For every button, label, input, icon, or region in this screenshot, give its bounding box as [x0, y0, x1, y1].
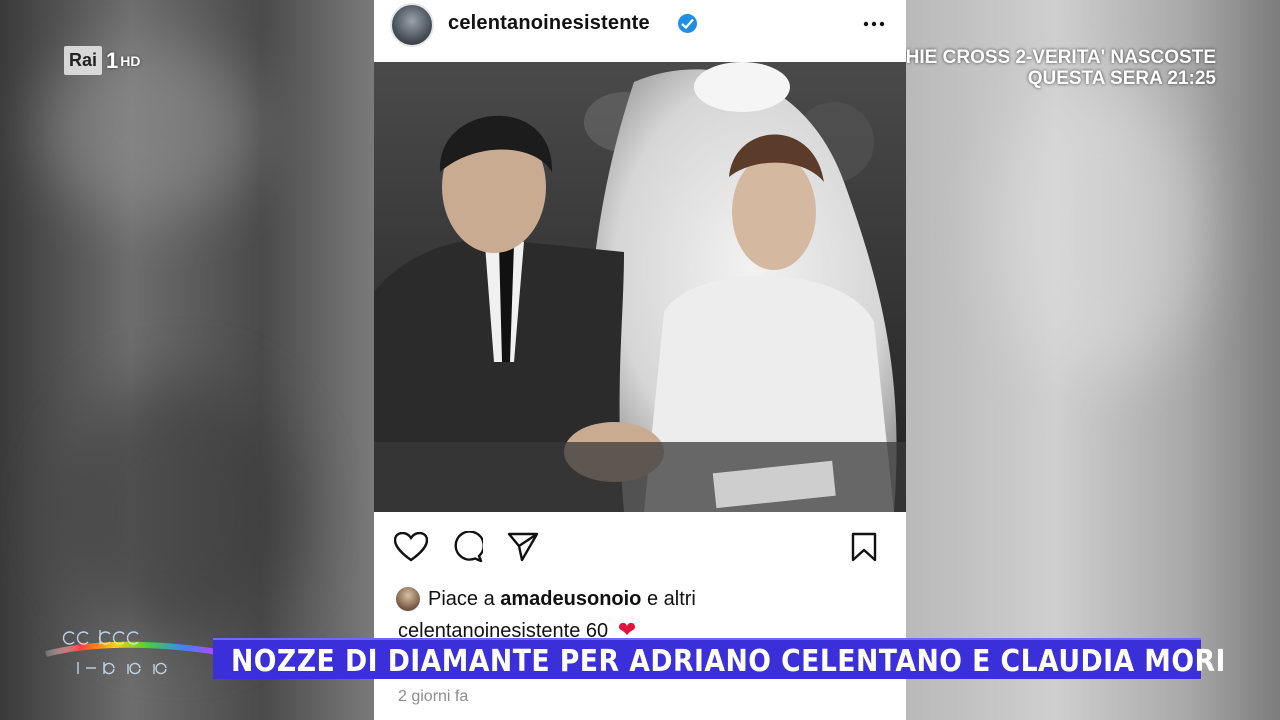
- channel-quality: HD: [120, 52, 141, 69]
- verified-badge-icon: [678, 14, 697, 33]
- avatar[interactable]: [390, 3, 434, 47]
- post-header: celentanoinesistente: [374, 0, 906, 60]
- bookmark-icon[interactable]: [845, 528, 883, 566]
- promo-overlay: SOPHIE CROSS 2-VERITA' NASCOSTE QUESTA S…: [866, 47, 1216, 89]
- show-logo: [42, 612, 222, 682]
- comment-icon[interactable]: [448, 528, 486, 566]
- likes-text: Piace a amadeusonoio e altri: [428, 587, 696, 610]
- post-username[interactable]: celentanoinesistente: [448, 12, 650, 35]
- background-blur: [60, 380, 300, 640]
- news-banner: NOZZE DI DIAMANTE PER ADRIANO CELENTANO …: [213, 638, 1225, 679]
- instagram-post: celentanoinesistente Piace a amadeusonoi…: [374, 0, 906, 720]
- heart-icon[interactable]: [392, 528, 430, 566]
- promo-line-2: QUESTA SERA 21:25: [1027, 68, 1216, 89]
- likes-row[interactable]: Piace a amadeusonoio e altri: [396, 585, 696, 613]
- promo-line-1: SOPHIE CROSS 2-VERITA' NASCOSTE: [865, 47, 1216, 68]
- background-blur: [1000, 80, 1200, 380]
- post-actions: [374, 528, 906, 568]
- post-photo[interactable]: [374, 62, 906, 512]
- banner-title: NOZZE DI DIAMANTE PER ADRIANO CELENTANO …: [231, 644, 1226, 679]
- avatar: [396, 587, 420, 611]
- channel-logo: Rai 1 HD: [64, 46, 141, 75]
- channel-number: 1: [106, 47, 119, 73]
- more-dots-icon[interactable]: [862, 12, 886, 36]
- wedding-photo-illustration: [374, 62, 906, 512]
- send-icon[interactable]: [504, 528, 542, 566]
- likes-user[interactable]: amadeusonoio: [500, 588, 641, 610]
- channel-brand: Rai: [64, 46, 103, 75]
- post-timestamp: 2 giorni fa: [398, 688, 469, 705]
